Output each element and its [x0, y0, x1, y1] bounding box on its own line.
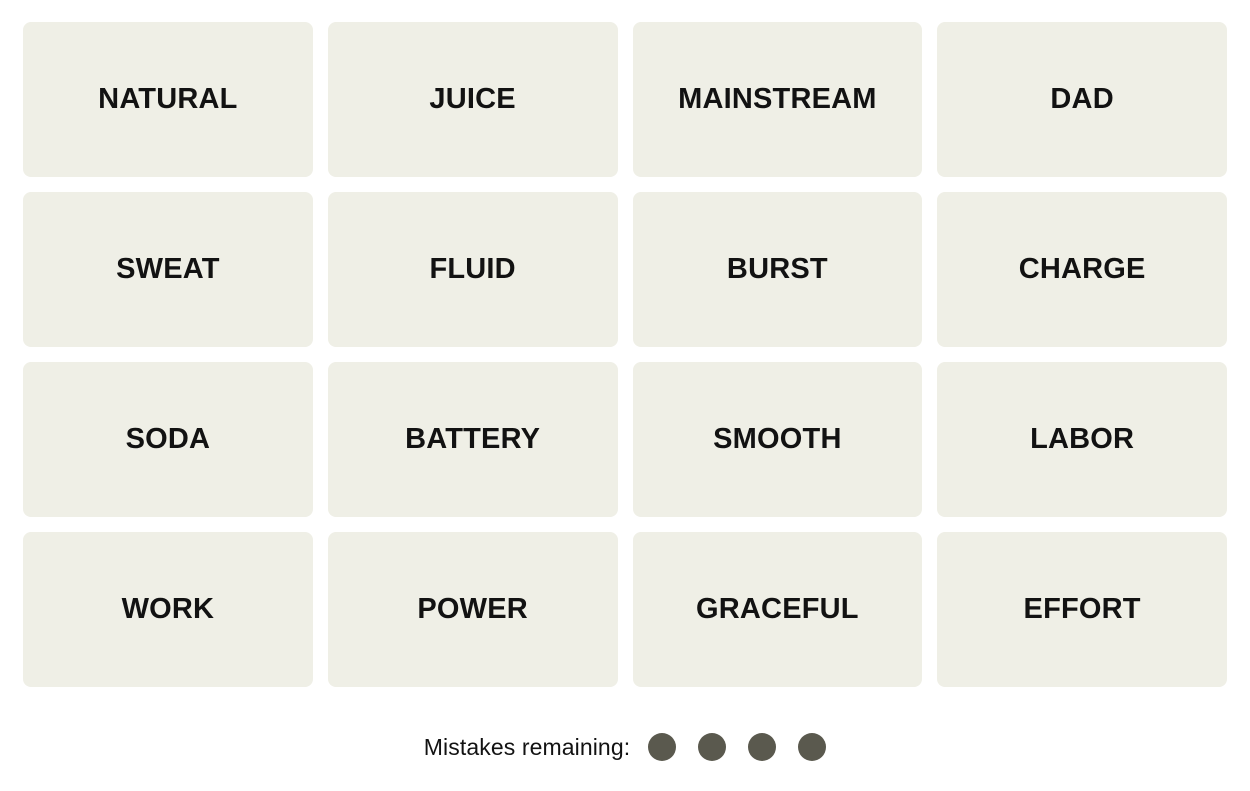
word-tile[interactable]: DAD [937, 22, 1227, 177]
word-tile[interactable]: EFFORT [937, 532, 1227, 687]
mistake-dots-group [648, 733, 827, 761]
word-tile-label: GRACEFUL [696, 593, 859, 625]
word-tile-label: DAD [1050, 83, 1114, 115]
puzzle-grid: NATURAL JUICE MAINSTREAM DAD SWEAT FLUID… [23, 22, 1227, 687]
word-tile-label: SMOOTH [713, 423, 842, 455]
connections-game: NATURAL JUICE MAINSTREAM DAD SWEAT FLUID… [0, 0, 1250, 791]
word-tile-label: CHARGE [1018, 253, 1146, 285]
word-tile[interactable]: NATURAL [23, 22, 313, 177]
word-tile[interactable]: SWEAT [23, 192, 313, 347]
word-tile-label: WORK [121, 593, 215, 625]
word-tile[interactable]: BATTERY [327, 362, 618, 517]
word-tile-label: POWER [417, 593, 528, 625]
word-tile-label: FLUID [429, 253, 516, 285]
word-tile-label: SWEAT [116, 253, 220, 285]
word-tile[interactable]: MAINSTREAM [632, 22, 923, 177]
word-tile[interactable]: WORK [23, 532, 313, 687]
mistake-dot-icon [798, 733, 827, 761]
word-tile[interactable]: BURST [632, 192, 923, 347]
word-tile-label: JUICE [429, 83, 516, 115]
mistakes-remaining-row: Mistakes remaining: [0, 724, 1250, 770]
mistake-dot-icon [648, 733, 677, 761]
word-tile-label: BATTERY [405, 423, 541, 455]
word-tile[interactable]: POWER [327, 532, 618, 687]
word-tile[interactable]: GRACEFUL [632, 532, 923, 687]
word-tile[interactable]: LABOR [937, 362, 1227, 517]
word-tile-label: EFFORT [1023, 593, 1141, 625]
word-tile-label: LABOR [1030, 423, 1135, 455]
word-tile[interactable]: SMOOTH [632, 362, 923, 517]
word-tile-label: SODA [125, 423, 211, 455]
word-tile-label: NATURAL [98, 83, 238, 115]
word-tile[interactable]: JUICE [327, 22, 618, 177]
mistake-dot-icon [698, 733, 727, 761]
mistakes-remaining-label: Mistakes remaining: [423, 733, 631, 760]
word-tile-label: MAINSTREAM [678, 83, 877, 115]
mistake-dot-icon [748, 733, 777, 761]
word-tile[interactable]: CHARGE [937, 192, 1227, 347]
word-tile[interactable]: SODA [23, 362, 313, 517]
word-tile[interactable]: FLUID [327, 192, 618, 347]
word-tile-label: BURST [726, 253, 828, 285]
